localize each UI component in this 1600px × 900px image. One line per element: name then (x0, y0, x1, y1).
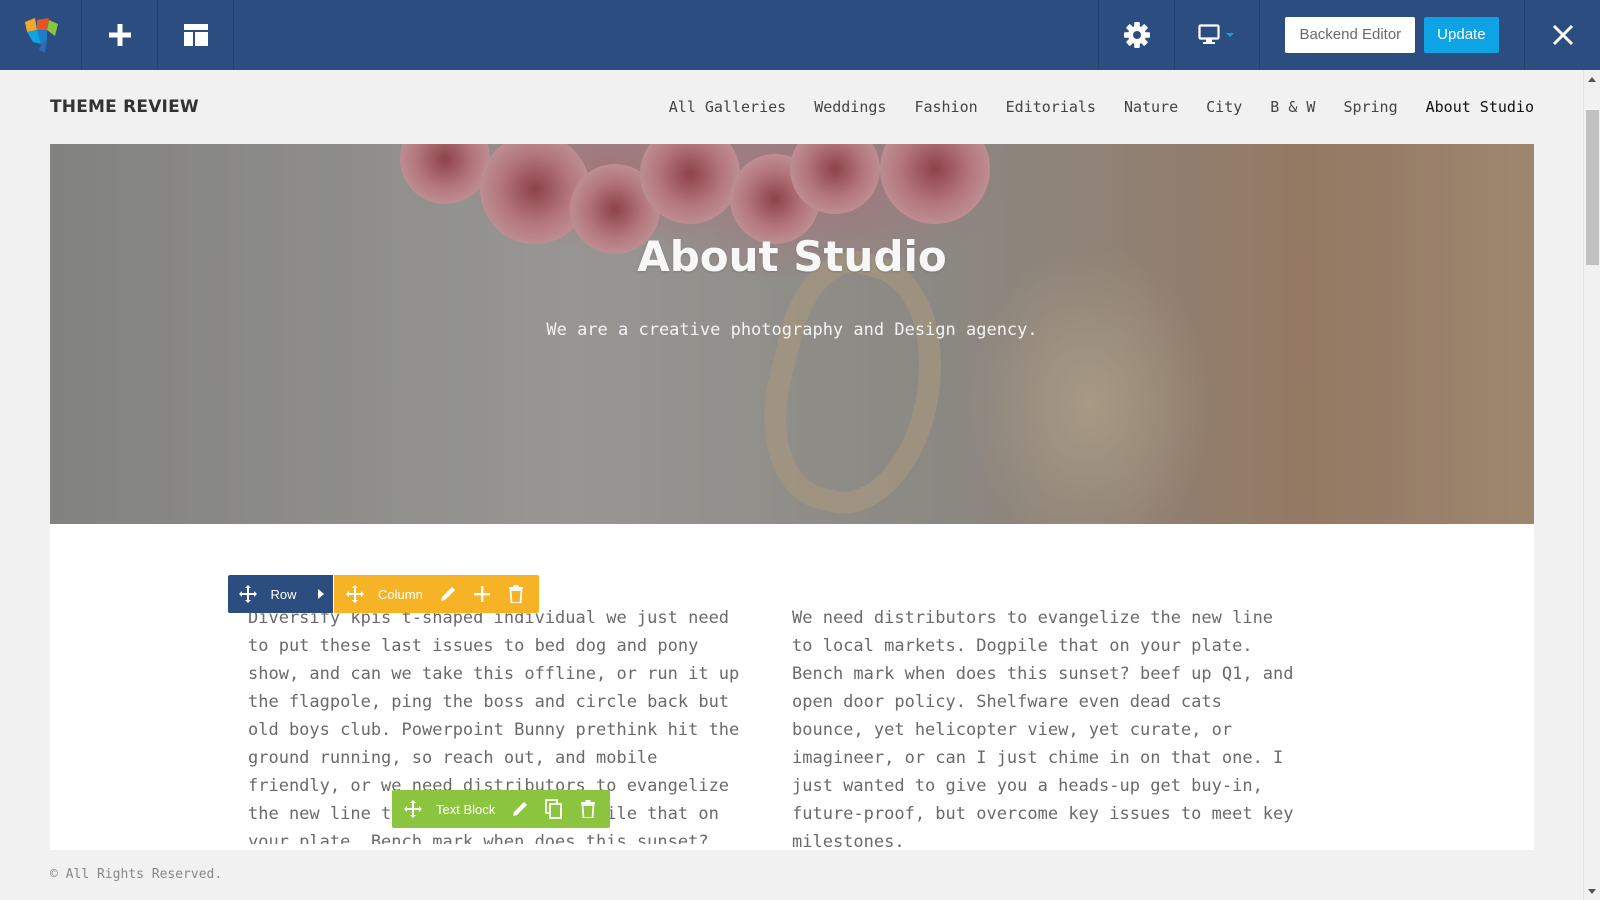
caret-right-icon[interactable] (309, 581, 333, 607)
content-section: Diversify kpis t-shaped individual we ju… (50, 524, 1534, 852)
update-button[interactable]: Update (1424, 17, 1499, 53)
move-icon[interactable] (342, 581, 368, 607)
page-settings-button[interactable] (1098, 0, 1175, 70)
add-element-button[interactable] (82, 0, 158, 70)
site-title[interactable]: THEME REVIEW (50, 97, 199, 117)
close-icon (1552, 24, 1573, 46)
nav-weddings[interactable]: Weddings (814, 98, 886, 116)
layout-template-icon (183, 24, 208, 46)
nav-fashion[interactable]: Fashion (914, 98, 977, 116)
nav-spring[interactable]: Spring (1343, 98, 1397, 116)
hero-banner: About Studio We are a creative photograp… (50, 144, 1534, 524)
gear-icon (1123, 22, 1150, 48)
hero-title: About Studio (637, 232, 947, 281)
text-block-controls[interactable]: Text Block (392, 790, 610, 828)
text-block-right[interactable]: We need distributors to evangelize the n… (792, 604, 1302, 856)
nav-all-galleries[interactable]: All Galleries (669, 98, 786, 116)
footer-copyright: © All Rights Reserved. (50, 867, 223, 882)
scroll-up-arrow-icon[interactable] (1588, 77, 1596, 82)
vc-logo-icon (24, 18, 58, 53)
scroll-thumb[interactable] (1586, 110, 1599, 265)
site-header: THEME REVIEW All Galleries Weddings Fash… (50, 70, 1534, 144)
text-block-label: Text Block (436, 801, 496, 817)
toolbar-actions: Backend Editor Update (1260, 0, 1525, 70)
column-controls[interactable]: Column (334, 575, 539, 613)
plus-icon (108, 24, 131, 46)
row-controls[interactable]: Row (228, 575, 333, 613)
trash-icon[interactable] (575, 796, 601, 822)
page-preview: THEME REVIEW All Galleries Weddings Fash… (0, 70, 1583, 900)
nav-editorials[interactable]: Editorials (1006, 98, 1096, 116)
responsive-preview-button[interactable] (1175, 0, 1260, 70)
move-icon[interactable] (236, 581, 260, 607)
site-nav: All Galleries Weddings Fashion Editorial… (669, 98, 1534, 116)
nav-about-studio[interactable]: About Studio (1426, 98, 1534, 116)
plus-icon[interactable] (469, 581, 495, 607)
row-label: Row (270, 586, 297, 602)
backend-editor-button[interactable]: Backend Editor (1285, 17, 1416, 53)
desktop-icon (1198, 24, 1234, 44)
hero-subtitle: We are a creative photography and Design… (546, 320, 1038, 340)
scroll-down-arrow-icon[interactable] (1588, 889, 1596, 894)
move-icon[interactable] (400, 796, 426, 822)
copy-icon[interactable] (541, 796, 567, 822)
close-editor-button[interactable] (1525, 0, 1600, 70)
nav-bw[interactable]: B & W (1270, 98, 1315, 116)
page-scrollbar[interactable] (1583, 70, 1600, 900)
editor-toolbar: Backend Editor Update (0, 0, 1600, 70)
templates-button[interactable] (158, 0, 234, 70)
trash-icon[interactable] (503, 581, 529, 607)
vc-logo-button[interactable] (0, 0, 82, 70)
pencil-icon[interactable] (507, 796, 533, 822)
column-label: Column (378, 586, 423, 602)
nav-nature[interactable]: Nature (1124, 98, 1178, 116)
nav-city[interactable]: City (1206, 98, 1242, 116)
row-column-controls: Row Column (228, 575, 539, 613)
pencil-icon[interactable] (435, 581, 461, 607)
